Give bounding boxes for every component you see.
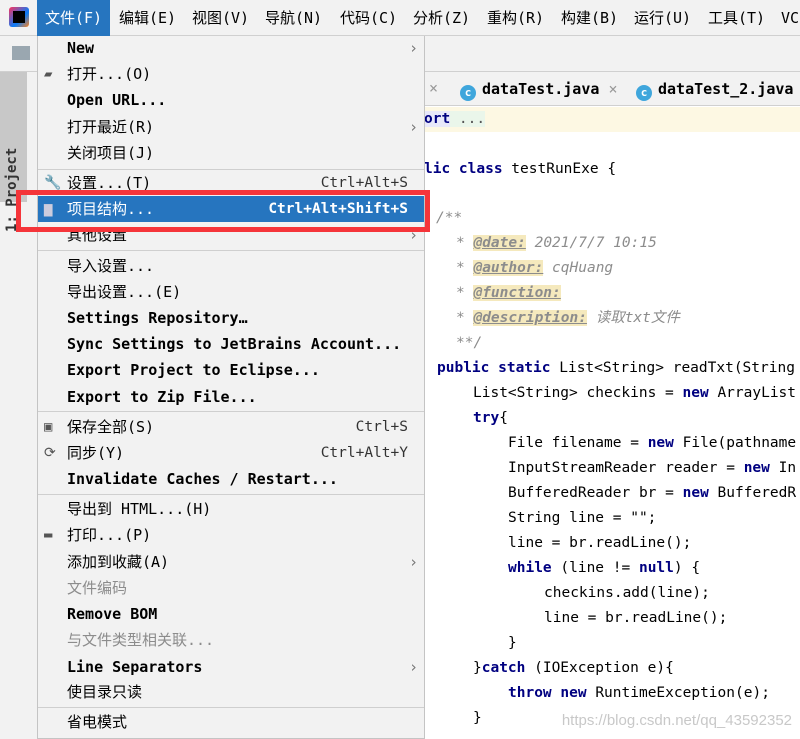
project-folder-icon[interactable] (12, 46, 30, 60)
menu-item-synchronize[interactable]: ⟳ 同步(Y) Ctrl+Alt+Y (38, 440, 424, 466)
code-line: try{ (473, 410, 508, 426)
code-line: } (473, 710, 482, 726)
menu-separator (38, 494, 424, 495)
java-class-icon: c (460, 85, 476, 101)
code-line: line = br.readLine(); (544, 610, 728, 626)
menu-code[interactable]: 代码(C) (332, 0, 405, 36)
editor-tabs: × c dataTest.java × c dataTest_2.java (424, 73, 800, 106)
menu-bar: 文件(F) 编辑(E) 视图(V) 导航(N) 代码(C) 分析(Z) 重构(R… (0, 0, 800, 36)
menu-item-new[interactable]: New › (38, 35, 424, 61)
code-line: line = br.readLine(); (508, 535, 692, 551)
code-line: File filename = new File(pathname (508, 435, 797, 451)
menu-item-export-eclipse[interactable]: Export Project to Eclipse... (38, 357, 424, 383)
menu-vcs[interactable]: VC (773, 0, 800, 36)
code-line: * @function: (456, 285, 561, 301)
code-editor[interactable]: ort ... lic class testRunExe { /** * @da… (424, 106, 800, 739)
menu-file[interactable]: 文件(F) (37, 0, 111, 36)
printer-icon: ▬ (44, 527, 53, 543)
menu-item-settings-repository[interactable]: Settings Repository… (38, 305, 424, 331)
submenu-arrow-icon: › (408, 658, 418, 676)
close-tab-icon[interactable]: × (429, 79, 438, 97)
code-line: BufferedReader br = new BufferedR (508, 485, 797, 501)
submenu-arrow-icon: › (408, 39, 418, 57)
menu-item-file-encoding: 文件编码 (67, 579, 128, 597)
menu-navigate[interactable]: 导航(N) (257, 0, 330, 36)
menu-item-invalidate-caches[interactable]: Invalidate Caches / Restart... (38, 466, 424, 492)
tab-label: dataTest.java (482, 80, 600, 98)
menu-item-print[interactable]: ▬ 打印...(P) (38, 522, 424, 548)
menu-item-export-zip[interactable]: Export to Zip File... (38, 384, 424, 410)
tab-datatest[interactable]: c dataTest.java × (460, 73, 617, 105)
menu-edit[interactable]: 编辑(E) (111, 0, 184, 36)
sync-icon: ⟳ (44, 445, 56, 461)
menu-analyze[interactable]: 分析(Z) (405, 0, 478, 36)
menu-item-add-to-favorites[interactable]: 添加到收藏(A) › (38, 549, 424, 575)
file-menu-dropdown: New › ▰ 打开...(O) Open URL... 打开最近(R) › 关闭项目… (37, 36, 425, 739)
code-line: checkins.add(line); (544, 585, 710, 601)
code-line: * @description: 读取txt文件 (456, 310, 680, 326)
tab-label: dataTest_2.java (658, 80, 794, 98)
menu-item-import-settings[interactable]: 导入设置... (38, 253, 424, 279)
menu-item-open-url[interactable]: Open URL... (38, 87, 424, 113)
code-line: lic class testRunExe { (424, 161, 617, 177)
menu-item-associate-file-type: 与文件类型相关联... (67, 631, 215, 649)
code-line: **/ (456, 335, 483, 351)
project-tool-window-stripe[interactable]: 1: Project (0, 72, 27, 232)
code-line: ort ... (424, 107, 800, 132)
submenu-arrow-icon: › (408, 553, 418, 571)
menu-item-open-recent[interactable]: 打开最近(R) › (38, 114, 424, 140)
menu-run[interactable]: 运行(U) (626, 0, 699, 36)
watermark: https://blog.csdn.net/qq_43592352 (561, 712, 792, 729)
code-line: /** (436, 210, 463, 226)
menu-item-open[interactable]: ▰ 打开...(O) (38, 61, 424, 87)
tab-datatest-2[interactable]: c dataTest_2.java (636, 73, 793, 105)
menu-item-line-separators[interactable]: Line Separators › (38, 654, 424, 680)
menu-separator (38, 250, 424, 251)
code-line: public static List<String> readTxt(Strin… (437, 360, 795, 376)
highlight-annotation-box (16, 190, 430, 232)
save-icon: ▣ (44, 419, 53, 435)
code-line: while (line != null) { (508, 560, 701, 576)
wrench-icon: 🔧 (44, 175, 62, 191)
menu-item-remove-bom[interactable]: Remove BOM (38, 601, 424, 627)
menu-item-export-settings[interactable]: 导出设置...(E) (38, 279, 424, 305)
menu-item-power-save-mode[interactable]: 省电模式 (38, 709, 424, 735)
code-line: throw new RuntimeException(e); (508, 685, 770, 701)
menu-item-close-project[interactable]: 关闭项目(J) (38, 140, 424, 166)
menu-item-make-read-only[interactable]: 使目录只读 (38, 679, 424, 705)
code-line: List<String> checkins = new ArrayList (473, 385, 797, 401)
folder-open-icon: ▰ (44, 66, 53, 82)
code-line: }catch (IOException e){ (473, 660, 674, 676)
menu-item-save-all[interactable]: ▣ 保存全部(S) Ctrl+S (38, 414, 424, 440)
code-line: } (508, 635, 517, 651)
menu-item-export-html[interactable]: 导出到 HTML...(H) (38, 496, 424, 522)
java-class-icon: c (636, 85, 652, 101)
menu-tools[interactable]: 工具(T) (700, 0, 773, 36)
menu-build[interactable]: 构建(B) (553, 0, 626, 36)
menu-refactor[interactable]: 重构(R) (479, 0, 552, 36)
code-line: String line = ""; (508, 510, 657, 526)
code-line: InputStreamReader reader = new In (508, 460, 797, 476)
menu-item-sync-settings[interactable]: Sync Settings to JetBrains Account... (38, 331, 424, 357)
menu-separator (38, 411, 424, 412)
submenu-arrow-icon: › (408, 118, 418, 136)
close-tab-icon[interactable]: × (608, 80, 617, 98)
code-line: * @date: 2021/7/7 10:15 (456, 235, 657, 251)
code-line: * @author: cqHuang (456, 260, 614, 276)
menu-separator (38, 707, 424, 708)
menu-view[interactable]: 视图(V) (184, 0, 257, 36)
intellij-logo-icon (9, 7, 29, 27)
